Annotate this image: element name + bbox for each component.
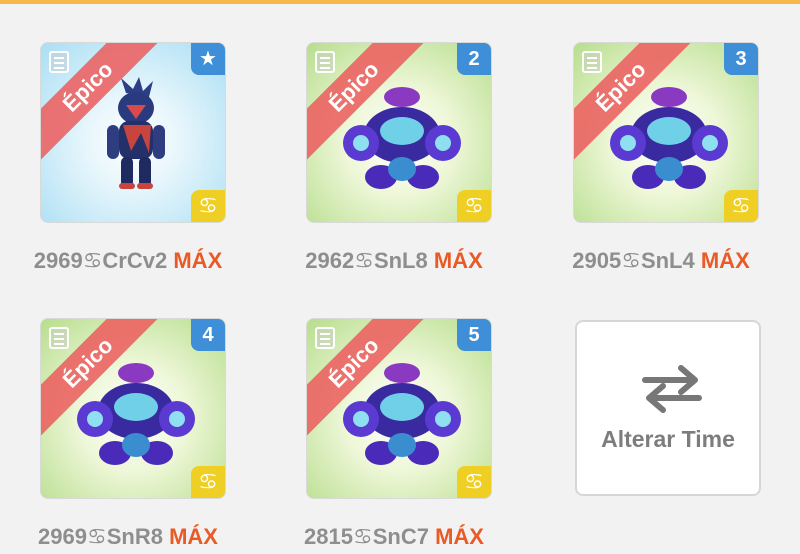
document-icon[interactable]	[315, 51, 335, 73]
creature-number: 2815	[304, 524, 353, 549]
document-icon[interactable]	[582, 51, 602, 73]
creature-slot-1[interactable]: Épico ★ ♋ 2969♋CrCv2 MÁX	[34, 42, 230, 282]
change-team-button[interactable]: Alterar Time	[575, 320, 761, 496]
document-icon[interactable]	[315, 327, 335, 349]
slot-number-badge: 4	[191, 319, 225, 351]
creature-label: 2969♋CrCv2 MÁX	[28, 248, 228, 274]
slot-number-badge: 2	[457, 43, 491, 75]
creature-code: CrCv2	[102, 248, 168, 273]
cancer-zodiac-icon: ♋	[191, 190, 225, 222]
creature-label: 2962♋SnL8 MÁX	[294, 248, 494, 274]
zodiac-glyph: ♋	[354, 248, 374, 273]
document-icon[interactable]	[49, 51, 69, 73]
cancer-zodiac-icon: ♋	[724, 190, 758, 222]
creature-label: 2969♋SnR8 MÁX	[28, 524, 228, 550]
creature-code: SnC7	[372, 524, 429, 549]
zodiac-glyph: ♋	[82, 248, 103, 273]
creature-code: SnL4	[640, 248, 695, 273]
creature-card[interactable]: Épico 5 ♋	[306, 318, 492, 499]
cancer-zodiac-icon: ♋	[457, 190, 491, 222]
slot-number-badge: 3	[724, 43, 758, 75]
creature-label: 2815♋SnC7 MÁX	[294, 524, 494, 550]
creature-slot-5[interactable]: Épico 5 ♋ 2815♋SnC7 MÁX	[304, 318, 496, 554]
creature-number: 2969	[33, 248, 83, 273]
creature-code: SnR8	[106, 524, 163, 549]
level-max-label: MÁX	[435, 524, 484, 549]
top-accent-bar	[0, 0, 800, 4]
leader-star-icon: ★	[191, 43, 225, 75]
level-max-label: MÁX	[173, 248, 223, 273]
cancer-zodiac-icon: ♋	[457, 466, 491, 498]
creature-card[interactable]: Épico ★ ♋	[40, 42, 226, 223]
zodiac-glyph: ♋	[352, 524, 373, 549]
creature-slot-4[interactable]: Épico 4 ♋ 2969♋SnR8 MÁX	[38, 318, 230, 554]
creature-number: 2905	[572, 248, 622, 273]
creature-slot-2[interactable]: Épico 2 ♋ 2962♋SnL8 MÁX	[305, 42, 496, 282]
creature-code: SnL8	[373, 248, 428, 273]
creature-slot-3[interactable]: Épico 3 ♋ 2905♋SnL4 MÁX	[572, 42, 763, 282]
slot-number-badge: 5	[457, 319, 491, 351]
creature-number: 2969	[38, 524, 87, 549]
document-icon[interactable]	[49, 327, 69, 349]
swap-arrows-icon	[642, 365, 702, 413]
level-max-label: MÁX	[433, 248, 483, 273]
creature-number: 2962	[305, 248, 355, 273]
cancer-zodiac-icon: ♋	[191, 466, 225, 498]
zodiac-glyph: ♋	[621, 248, 641, 273]
level-max-label: MÁX	[700, 248, 750, 273]
creature-card[interactable]: Épico 3 ♋	[573, 42, 759, 223]
zodiac-glyph: ♋	[86, 524, 107, 549]
change-team-label: Alterar Time	[601, 426, 735, 452]
creature-label: 2905♋SnL4 MÁX	[561, 248, 761, 274]
level-max-label: MÁX	[169, 524, 218, 549]
creature-card[interactable]: Épico 4 ♋	[40, 318, 226, 499]
creature-card[interactable]: Épico 2 ♋	[306, 42, 492, 223]
